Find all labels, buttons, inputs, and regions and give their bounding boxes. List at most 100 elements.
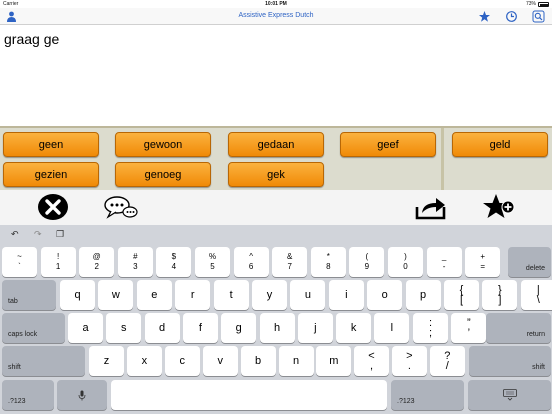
undo-icon[interactable]: ↶ (11, 229, 19, 240)
prediction-word[interactable]: geld (452, 132, 548, 157)
key-label: ) (404, 252, 407, 261)
return-key[interactable]: return (486, 313, 551, 343)
key-label: ` (18, 262, 21, 271)
prediction-word[interactable]: genoeg (115, 162, 211, 187)
key-label: s (121, 322, 127, 334)
symbol-key[interactable]: | \ (520, 280, 552, 310)
letter-key-g[interactable]: g (221, 313, 257, 343)
key-label: 6 (248, 262, 254, 271)
letter-key-i[interactable]: i (328, 280, 364, 310)
symbol-key[interactable]: {[ (444, 280, 479, 310)
letter-key-z[interactable]: z (89, 346, 124, 376)
letter-key-s[interactable]: s (106, 313, 142, 343)
prediction-divider (441, 128, 444, 192)
letter-key-p[interactable]: p (405, 280, 441, 310)
key-label: m (329, 355, 339, 367)
paste-icon[interactable]: ❐ (56, 229, 64, 240)
key-label: v (217, 355, 223, 367)
space-bar[interactable] (111, 380, 387, 410)
number-key[interactable]: $4 (156, 247, 192, 277)
add-favorite-star-icon[interactable] (482, 193, 516, 221)
prediction-word[interactable]: geen (3, 132, 99, 157)
redo-icon[interactable]: ↷ (34, 229, 42, 240)
history-clock-icon[interactable] (505, 10, 518, 23)
number-key[interactable]: ) 0 (388, 247, 423, 277)
number-key[interactable]: (9 (349, 247, 385, 277)
numbers-key-left[interactable]: .?123 (2, 380, 54, 410)
prediction-word[interactable]: geef (340, 132, 436, 157)
hide-keyboard-key[interactable] (468, 380, 551, 410)
number-key[interactable]: #3 (117, 247, 153, 277)
letter-key-r[interactable]: r (175, 280, 211, 310)
key-label: , (369, 360, 374, 372)
caps-lock-key[interactable]: caps lock (2, 313, 65, 343)
letter-key-q[interactable]: q (60, 280, 95, 310)
number-key[interactable]: ~ ` (2, 247, 37, 277)
search-icon[interactable] (532, 10, 545, 23)
symbol-key[interactable]: }] (482, 280, 518, 310)
key-label: a (82, 322, 89, 334)
delete-key[interactable]: delete (508, 247, 551, 277)
number-key[interactable]: % 5 (195, 247, 230, 277)
letter-key-o[interactable]: o (367, 280, 403, 310)
word-prediction-panel: geen gewoon gedaan geef geld gezien geno… (0, 126, 552, 192)
favorites-star-icon[interactable] (478, 10, 491, 23)
letter-key-d[interactable]: d (144, 313, 180, 343)
prediction-word[interactable]: gezien (3, 162, 99, 187)
tab-key[interactable]: tab (2, 280, 56, 310)
key-label: ( (365, 252, 369, 261)
key-label: % (208, 252, 217, 261)
letter-key-y[interactable]: y (252, 280, 287, 310)
letter-key-c[interactable]: c (164, 346, 200, 376)
letter-key-e[interactable]: e (136, 280, 172, 310)
app-title: Assistive Express Dutch (238, 12, 314, 19)
key-label: _ (441, 252, 447, 261)
prediction-word[interactable]: gek (228, 162, 324, 187)
key-label: ~ (17, 252, 22, 261)
letter-key-l[interactable]: l (374, 313, 410, 343)
tab-key-label: tab (8, 298, 18, 305)
symbol-key[interactable]: >. (391, 346, 427, 376)
key-label: # (133, 252, 138, 261)
number-key[interactable]: ! 1 (40, 247, 76, 277)
symbol-key[interactable]: :; (413, 313, 448, 343)
letter-key-t[interactable]: t (213, 280, 249, 310)
symbol-key[interactable]: ? / (429, 346, 465, 376)
speech-bubbles-icon[interactable] (103, 195, 139, 221)
letter-key-x[interactable]: x (126, 346, 162, 376)
number-key[interactable]: * 8 (310, 247, 346, 277)
key-label: c (179, 355, 186, 367)
symbol-key[interactable]: ”’ (451, 313, 487, 343)
number-key[interactable]: _ - (426, 247, 462, 277)
letter-key-a[interactable]: a (68, 313, 103, 343)
symbol-key[interactable]: <, (354, 346, 389, 376)
number-key[interactable]: + = (465, 247, 501, 277)
shift-right-key[interactable]: shift (469, 346, 551, 376)
letter-key-h[interactable]: h (259, 313, 295, 343)
letter-key-k[interactable]: k (336, 313, 372, 343)
number-key[interactable]: @2 (79, 247, 115, 277)
letter-key-n[interactable]: n (278, 346, 314, 376)
letter-key-v[interactable]: v (202, 346, 238, 376)
number-key[interactable]: & 7 (272, 247, 308, 277)
key-label: 4 (171, 262, 177, 271)
key-label: & (287, 252, 293, 261)
letter-key-f[interactable]: f (182, 313, 218, 343)
clear-x-icon[interactable] (37, 193, 69, 221)
dictation-key[interactable] (57, 380, 107, 410)
prediction-word[interactable]: gedaan (228, 132, 324, 157)
key-label: 5 (210, 262, 215, 271)
letter-key-m[interactable]: m (316, 346, 352, 376)
microphone-icon (78, 390, 86, 400)
number-key[interactable]: ^ 6 (233, 247, 269, 277)
nav-bar: Assistive Express Dutch (0, 8, 552, 25)
letter-key-w[interactable]: w (98, 280, 134, 310)
prediction-word[interactable]: gewoon (115, 132, 211, 157)
numbers-key-right[interactable]: .?123 (391, 380, 464, 410)
share-export-icon[interactable] (414, 194, 448, 220)
letter-key-u[interactable]: u (290, 280, 326, 310)
letter-key-j[interactable]: j (297, 313, 333, 343)
message-text-area[interactable]: graag ge (0, 26, 552, 126)
letter-key-b[interactable]: b (240, 346, 276, 376)
shift-left-key[interactable]: shift (2, 346, 85, 376)
